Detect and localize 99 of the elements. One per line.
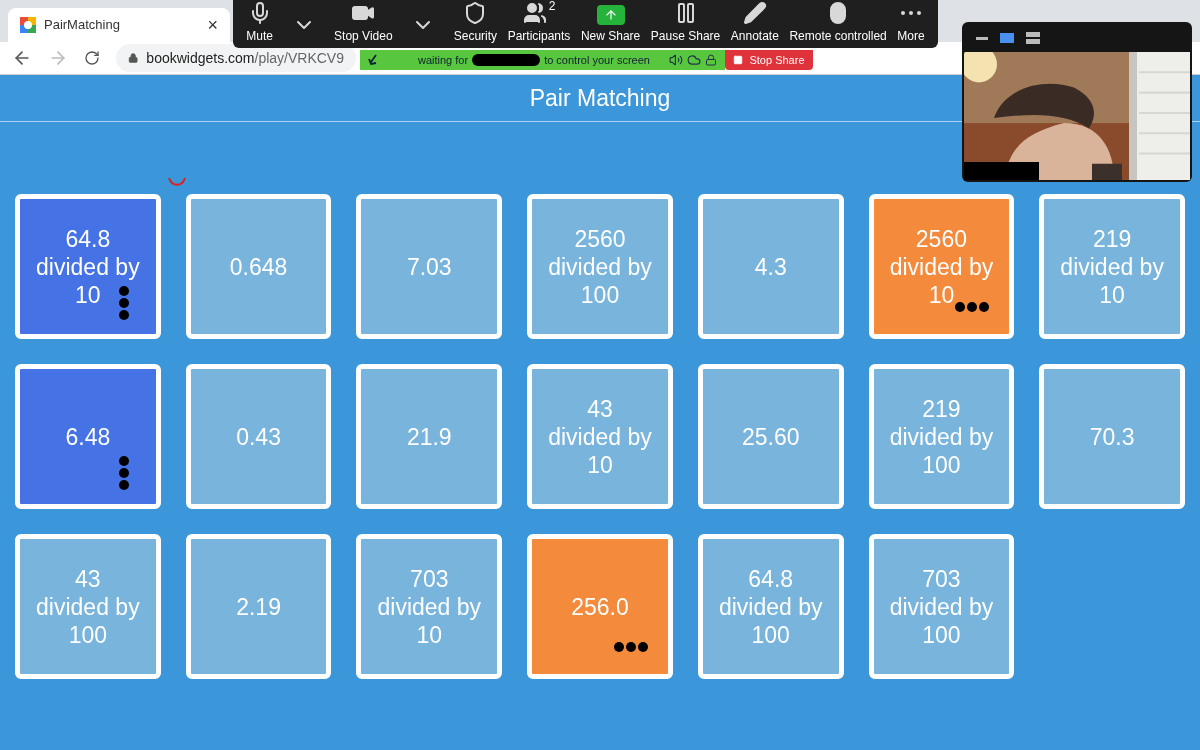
toolbar-button[interactable]: Remote controlled xyxy=(789,1,887,45)
vertical-dots-icon xyxy=(117,456,130,490)
answer-card[interactable]: 43 divided by 100 xyxy=(15,534,161,679)
toolbar-button[interactable]: Pause Share xyxy=(650,1,721,45)
pencil-icon xyxy=(742,1,767,25)
people-icon xyxy=(522,1,547,25)
toolbar-button[interactable]: More xyxy=(897,1,925,45)
answer-card[interactable]: 25.60 xyxy=(697,364,844,509)
card-text: 100 xyxy=(580,280,620,309)
banner-text: to control your screen xyxy=(544,52,650,68)
card-text: 219 xyxy=(1092,224,1132,253)
card-text: 2.19 xyxy=(236,592,281,621)
card-text: 2560 xyxy=(915,224,967,253)
answer-card[interactable]: 219 divided by 100 xyxy=(868,364,1015,509)
card-text: 10 xyxy=(1099,280,1125,309)
gallery-view-icon[interactable] xyxy=(1026,32,1040,44)
card-text: divided by xyxy=(377,592,482,621)
banner-text: waiting for xyxy=(418,52,469,68)
answer-card[interactable]: 2.19 xyxy=(185,534,332,679)
toolbar-button[interactable]: 2 Participants xyxy=(507,1,571,45)
card-text: divided by xyxy=(548,252,652,281)
card-text: 10 xyxy=(75,280,101,309)
horizontal-dots-icon xyxy=(955,302,990,312)
answer-card[interactable]: 43 divided by 10 xyxy=(527,364,673,509)
card-text: 2560 xyxy=(574,224,626,253)
stop-icon xyxy=(733,55,744,65)
answer-card[interactable]: 256.0 xyxy=(527,534,673,679)
card-text: 703 xyxy=(410,564,449,593)
stop-share-button[interactable]: Stop Share xyxy=(725,50,813,70)
lock-icon xyxy=(128,51,139,65)
card-text: divided by xyxy=(889,422,994,451)
card-text: 43 xyxy=(587,394,613,423)
answer-card[interactable]: 2560 divided by 100 xyxy=(527,194,673,339)
annotation-mark xyxy=(167,175,187,187)
card-text: 0.43 xyxy=(236,422,281,451)
answer-card[interactable]: 6.48 xyxy=(15,364,161,509)
answer-card[interactable]: 4.3 xyxy=(697,194,844,339)
url-text: bookwidgets.com/play/VRKCV9 xyxy=(146,48,344,68)
speaker-icon xyxy=(669,53,683,67)
arrow-icon xyxy=(368,54,378,66)
answer-card[interactable]: 703 divided by 100 xyxy=(868,534,1015,679)
tab-close-button[interactable]: × xyxy=(207,16,218,34)
answer-card[interactable]: 0.648 xyxy=(185,194,332,339)
card-text: 70.3 xyxy=(1089,422,1135,451)
answer-card[interactable]: 0.43 xyxy=(185,364,332,509)
address-field[interactable]: bookwidgets.com/play/VRKCV9 xyxy=(116,44,356,72)
card-text: 703 xyxy=(922,564,961,593)
answer-card[interactable]: 7.03 xyxy=(356,194,503,339)
card-text: 100 xyxy=(751,620,790,649)
card-text: 0.648 xyxy=(229,252,288,281)
toolbar-button[interactable]: Mute xyxy=(246,1,273,45)
card-text: divided by xyxy=(36,592,140,621)
card-text: 4.3 xyxy=(754,252,787,281)
lock-icon xyxy=(705,54,717,66)
card-text: 10 xyxy=(416,620,443,649)
reload-icon[interactable] xyxy=(84,50,100,66)
card-text: 100 xyxy=(922,620,961,649)
page-title: Pair Matching xyxy=(529,83,671,113)
card-text: 10 xyxy=(928,280,955,309)
answer-card[interactable]: 2560 divided by 10 xyxy=(868,194,1015,339)
answer-card[interactable]: 219 divided by 10 xyxy=(1039,194,1185,339)
card-text: divided by xyxy=(889,252,994,281)
cloud-icon xyxy=(687,53,701,67)
minimize-icon[interactable] xyxy=(976,36,988,40)
toolbar-button[interactable]: Annotate xyxy=(730,1,779,45)
more-icon xyxy=(901,11,922,15)
browser-tab[interactable]: PairMatching × xyxy=(8,8,230,42)
card-text: 64.8 xyxy=(65,224,111,253)
participant-count: 2 xyxy=(548,0,556,15)
card-text: 25.60 xyxy=(741,422,800,451)
answer-card[interactable]: 703 divided by 10 xyxy=(356,534,503,679)
toolbar-button[interactable]: Security xyxy=(453,1,498,45)
answer-card[interactable]: 64.8 divided by 100 xyxy=(697,534,844,679)
toolbar-button[interactable]: Stop Video xyxy=(334,1,393,45)
horizontal-dots-icon xyxy=(613,642,648,652)
share-screen-icon xyxy=(596,5,625,25)
card-text: 219 xyxy=(922,394,961,423)
card-text: 100 xyxy=(68,620,108,649)
vertical-dots-icon xyxy=(117,286,130,320)
card-text: divided by xyxy=(548,422,652,451)
card-text: 256.0 xyxy=(571,592,629,621)
card-text: 21.9 xyxy=(406,422,452,451)
app-logo-icon xyxy=(20,17,36,33)
card-text: 100 xyxy=(922,450,961,479)
card-text: divided by xyxy=(1060,252,1164,281)
card-text: 6.48 xyxy=(65,422,111,451)
answer-card[interactable]: 64.8 divided by 10 xyxy=(15,194,161,339)
card-text: divided by xyxy=(36,252,140,281)
answer-card[interactable]: 70.3 xyxy=(1039,364,1185,509)
redaction-bar xyxy=(472,54,541,66)
card-text: divided by xyxy=(889,592,994,621)
card-text: 64.8 xyxy=(748,564,794,593)
toolbar-button[interactable]: New Share xyxy=(580,5,641,45)
card-text: 10 xyxy=(587,450,613,479)
card-text: 7.03 xyxy=(406,252,452,281)
card-text: divided by xyxy=(718,592,823,621)
answer-card[interactable]: 21.9 xyxy=(356,364,503,509)
card-text: 43 xyxy=(75,564,101,593)
tab-title: PairMatching xyxy=(44,16,121,35)
